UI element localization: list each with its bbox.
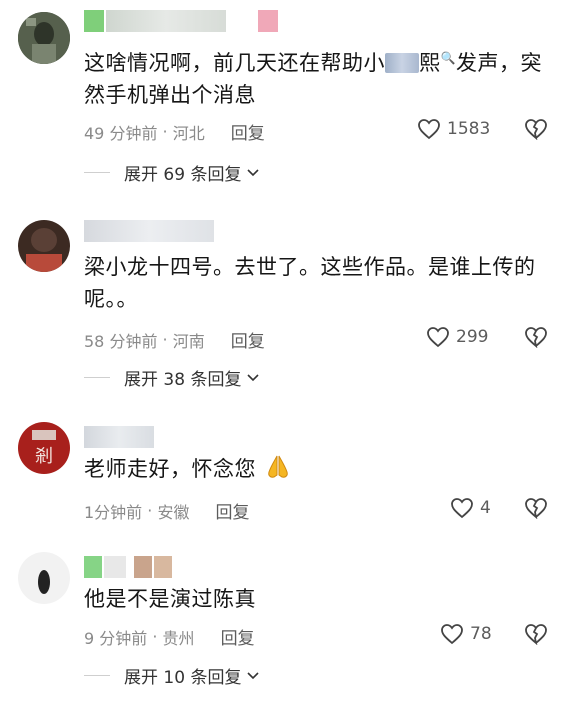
avatar[interactable] [18,220,70,272]
like-count: 299 [456,327,489,347]
reply-button[interactable]: 回复 [215,498,249,523]
blurred-name [385,53,419,73]
chevron-down-icon [247,671,260,679]
comment-item: 这啥情况啊，前几天还在帮助小 熙🔍发声，突然手机弹出个消息 49 分钟前 · 河北… [0,0,576,190]
chevron-down-icon [247,373,260,381]
avatar[interactable] [18,12,70,64]
like-count: 4 [480,498,491,518]
username-blurred[interactable] [84,556,172,578]
like-count: 78 [470,624,492,644]
comment-text: 梁小龙十四号。去世了。这些作品。是谁上传的呢。。 [84,255,536,311]
comment-item: 他是不是演过陈真 9 分钟前 · 贵州 回复 78 展开 10 条回复 [0,546,576,705]
username-blurred[interactable] [84,220,214,242]
praying-hands-emoji [268,455,288,478]
comment-location: 河南 [172,331,205,351]
comment-time: 58 分钟前 [84,331,158,351]
username-blurred[interactable] [84,426,154,448]
reply-button[interactable]: 回复 [221,624,255,649]
like-button[interactable]: 1583 [417,118,490,140]
svg-text:剎: 剎 [35,446,53,467]
avatar[interactable] [18,552,70,604]
comment-location: 安徽 [157,502,190,522]
comment-time: 49 分钟前 [84,123,158,143]
comment-time: 1分钟前 [84,502,143,522]
comment-item: 梁小龙十四号。去世了。这些作品。是谁上传的呢。。 58 分钟前 · 河南 回复 … [0,208,576,398]
comment-text: 老师走好，怀念您 [84,453,554,485]
comment-item: 剎 老师走好，怀念您 1分钟前 · 安徽 回复 4 [0,418,576,528]
comment-meta: 49 分钟前 · 河北 回复 [84,119,265,144]
broken-heart-icon[interactable] [524,623,548,645]
heart-icon [451,498,473,519]
comment-time: 9 分钟前 [84,628,148,648]
username-blurred[interactable] [84,10,278,32]
comment-location: 贵州 [162,628,195,648]
comment-location: 河北 [172,123,205,143]
like-count: 1583 [447,119,491,139]
heart-icon [427,327,449,348]
broken-heart-icon[interactable] [524,497,548,519]
reply-button[interactable]: 回复 [231,119,265,144]
like-button[interactable]: 299 [426,326,488,348]
like-button[interactable]: 78 [440,623,492,645]
comment-text: 他是不是演过陈真 [84,587,256,611]
avatar[interactable]: 剎 [18,422,70,474]
comment-meta: 1分钟前 · 安徽 回复 [84,498,249,523]
broken-heart-icon[interactable] [524,118,548,140]
heart-icon [441,624,463,645]
like-button[interactable]: 4 [450,497,491,519]
chevron-down-icon [247,168,260,176]
broken-heart-icon[interactable] [524,326,548,348]
expand-replies-button[interactable]: 展开 38 条回复 [84,365,260,390]
comment-meta: 58 分钟前 · 河南 回复 [84,327,265,352]
reply-button[interactable]: 回复 [231,327,265,352]
comment-text: 这啥情况啊，前几天还在帮助小 熙🔍发声，突然手机弹出个消息 [84,42,554,111]
comment-meta: 9 分钟前 · 贵州 回复 [84,624,255,649]
expand-replies-button[interactable]: 展开 10 条回复 [84,663,260,688]
expand-replies-button[interactable]: 展开 69 条回复 [84,160,260,185]
heart-icon [418,119,440,140]
search-icon[interactable]: 🔍 [441,42,456,74]
